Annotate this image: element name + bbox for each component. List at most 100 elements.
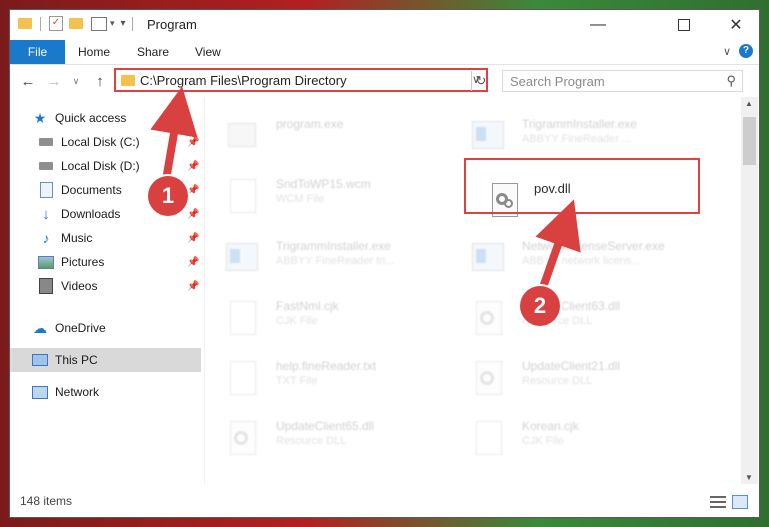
chevron-down-icon: ∨ xyxy=(72,75,80,86)
sidebar-item-music[interactable]: ♪ Music 📌 xyxy=(10,226,201,250)
tab-share[interactable]: Share xyxy=(137,40,169,64)
properties-icon[interactable]: ✓ xyxy=(49,16,63,31)
refresh-button[interactable]: ↻ xyxy=(471,71,490,91)
up-button[interactable]: ↑ xyxy=(90,71,110,91)
dropdown-icon[interactable]: ▾ xyxy=(121,18,126,29)
cloud-icon: ☁ xyxy=(33,319,47,336)
scroll-down-icon[interactable]: ▼ xyxy=(745,473,753,482)
sidebar-item-local-disk-c[interactable]: Local Disk (C:) 📌 xyxy=(10,130,201,154)
step-2-badge: 2 xyxy=(520,286,560,326)
sidebar-item-label: Documents xyxy=(61,183,122,197)
minimize-button[interactable]: — xyxy=(575,10,621,40)
recent-locations-button[interactable]: ∨ xyxy=(66,71,86,91)
tab-file[interactable]: File xyxy=(10,40,65,64)
close-icon: ✕ xyxy=(729,17,743,34)
search-placeholder[interactable]: Search Program xyxy=(510,74,605,89)
new-folder-icon[interactable] xyxy=(69,18,83,29)
large-icons-view-icon[interactable] xyxy=(732,495,748,509)
search-box[interactable]: Search Program ⚲ xyxy=(502,70,743,92)
pin-icon[interactable]: 📌 xyxy=(187,233,199,244)
folder-icon[interactable] xyxy=(18,18,32,29)
downloads-icon: ↓ xyxy=(42,205,50,223)
list-item[interactable]: FastNml.cjk CJK File xyxy=(206,289,438,345)
file-name: Korean.cjk xyxy=(522,419,579,433)
address-bar[interactable]: C:\Program Files\Program Directory ∨ xyxy=(114,68,488,92)
sidebar-item-label: Quick access xyxy=(55,111,127,125)
file-type: ABBYY network licens... xyxy=(522,255,641,267)
list-item[interactable]: SndToWP15.wcm WCM File xyxy=(206,167,438,223)
refresh-icon: ↻ xyxy=(475,73,487,88)
sidebar-item-local-disk-d[interactable]: Local Disk (D:) 📌 xyxy=(10,154,201,178)
drive-icon xyxy=(38,134,54,150)
tab-home[interactable]: Home xyxy=(78,40,110,64)
forward-button[interactable]: → xyxy=(44,71,64,91)
sidebar-item-label: This PC xyxy=(55,353,98,367)
sidebar-item-label: Downloads xyxy=(61,207,121,221)
pin-icon[interactable]: 📌 xyxy=(187,281,199,292)
pin-icon[interactable]: 📌 xyxy=(187,257,199,268)
file-name: NetworkLicenseServer.exe xyxy=(522,239,665,253)
view-options-icon[interactable] xyxy=(91,16,107,31)
pin-icon[interactable]: 📌 xyxy=(187,185,199,196)
list-item[interactable]: NetworkLicenseServer.exe ABBYY network l… xyxy=(452,229,684,285)
file-type: WCM File xyxy=(276,193,325,205)
documents-icon xyxy=(38,182,54,198)
scroll-thumb[interactable] xyxy=(743,117,756,165)
file-type: CJK File xyxy=(522,435,564,447)
file-name: help.fineReader.txt xyxy=(276,359,377,373)
file-name: TrigrammInstaller.exe xyxy=(276,239,391,253)
pin-icon[interactable]: 📌 xyxy=(187,209,199,220)
sidebar-item-onedrive[interactable]: ☁ OneDrive xyxy=(10,316,201,340)
sidebar-item-network[interactable]: Network xyxy=(10,380,201,404)
quick-access-toolbar: ✓ ▾ ▾ xyxy=(18,16,133,31)
file-name: UpdateClient65.dll xyxy=(276,419,375,433)
list-item[interactable]: help.fineReader.txt TXT File xyxy=(206,349,438,405)
back-arrow-icon: ← xyxy=(20,72,36,90)
help-button[interactable]: ? xyxy=(739,44,753,58)
list-item[interactable]: UpdateClient21.dll Resource DLL xyxy=(452,349,684,405)
separator xyxy=(40,16,41,31)
videos-icon xyxy=(38,278,54,294)
expand-ribbon-chevron-icon[interactable]: ∨ xyxy=(723,45,731,58)
pane-divider[interactable] xyxy=(204,97,205,484)
sidebar-item-label: Pictures xyxy=(61,255,105,269)
list-item[interactable]: UpdateClient65.dll Resource DLL xyxy=(206,409,438,465)
pin-icon[interactable]: 📌 xyxy=(187,161,199,172)
sidebar-item-quick-access[interactable]: ★ Quick access xyxy=(10,106,201,130)
list-item[interactable]: TrigrammInstaller.exe ABBYY FineReader t… xyxy=(206,229,438,285)
list-item[interactable]: UpdateClient63.dll Resource DLL xyxy=(452,289,684,345)
up-arrow-icon: ↑ xyxy=(96,72,104,90)
dll-gear-icon xyxy=(472,299,502,337)
sidebar-item-pictures[interactable]: Pictures 📌 xyxy=(10,250,201,274)
address-path[interactable]: C:\Program Files\Program Directory xyxy=(140,73,347,88)
file-type: Resource DLL xyxy=(522,375,593,387)
list-item[interactable]: program.exe xyxy=(206,107,438,163)
exe-icon xyxy=(226,117,256,155)
dll-gear-icon xyxy=(472,359,502,397)
sidebar-item-label: OneDrive xyxy=(55,321,106,335)
scroll-up-icon[interactable]: ▲ xyxy=(745,99,753,108)
title-bar: ✓ ▾ ▾ Program — ✕ xyxy=(10,10,759,40)
folder-icon xyxy=(121,75,135,86)
list-item[interactable]: TrigrammInstaller.exe ABBYY FineReader .… xyxy=(452,107,684,163)
tab-view[interactable]: View xyxy=(195,40,221,64)
separator xyxy=(131,16,133,31)
pin-icon[interactable]: 📌 xyxy=(187,137,199,148)
computer-icon xyxy=(32,352,48,368)
explorer-window: ✓ ▾ ▾ Program — ✕ File Home Share View ∨… xyxy=(10,10,759,517)
sidebar-item-label: Local Disk (C:) xyxy=(61,135,140,149)
close-button[interactable]: ✕ xyxy=(713,10,759,40)
maximize-button[interactable] xyxy=(661,10,707,40)
back-button[interactable]: ← xyxy=(18,71,38,91)
sidebar-item-this-pc[interactable]: This PC xyxy=(10,348,201,372)
vertical-scrollbar[interactable]: ▲ ▼ xyxy=(741,97,758,484)
details-view-icon[interactable] xyxy=(710,495,726,509)
sidebar-item-videos[interactable]: Videos 📌 xyxy=(10,274,201,298)
navigation-pane: ★ Quick access Local Disk (C:) 📌 Local D… xyxy=(10,97,203,484)
customize-chevron-icon[interactable]: ▾ xyxy=(110,18,115,29)
maximize-icon xyxy=(678,19,690,31)
list-item[interactable]: Korean.cjk CJK File xyxy=(452,409,684,465)
search-icon[interactable]: ⚲ xyxy=(726,73,736,89)
file-type: CJK File xyxy=(276,315,318,327)
navigation-bar: ← → ∨ ↑ C:\Program Files\Program Directo… xyxy=(10,65,759,97)
